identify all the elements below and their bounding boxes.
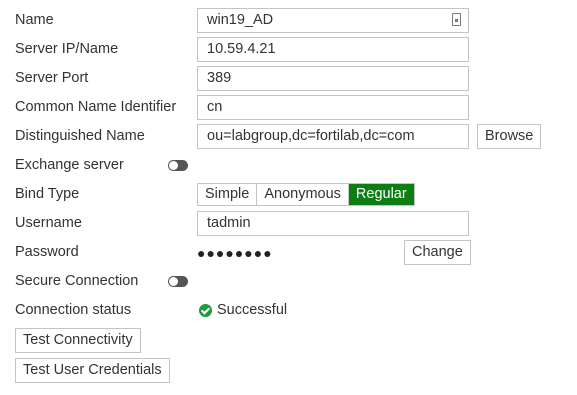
toggle-knob xyxy=(169,277,178,286)
cn-identifier-field[interactable]: cn xyxy=(197,95,469,120)
check-circle-icon xyxy=(199,303,212,317)
bind-type-simple[interactable]: Simple xyxy=(198,184,258,205)
server-ip-label: Server IP/Name xyxy=(15,41,119,57)
name-field[interactable]: win19_AD xyxy=(197,8,469,33)
server-ip-field[interactable]: 10.59.4.21 xyxy=(197,37,469,62)
exchange-label: Exchange server xyxy=(15,157,124,173)
password-masked: ●●●●●●●● xyxy=(197,245,273,261)
test-connectivity-button[interactable]: Test Connectivity xyxy=(15,328,141,353)
secure-connection-toggle[interactable] xyxy=(168,276,188,287)
username-label: Username xyxy=(15,215,82,231)
password-label: Password xyxy=(15,244,79,260)
dn-label: Distinguished Name xyxy=(15,128,145,144)
bind-type-selector: Simple Anonymous Regular xyxy=(197,183,415,206)
username-field[interactable]: tadmin xyxy=(197,211,469,236)
bind-type-label: Bind Type xyxy=(15,186,80,202)
lock-icon xyxy=(452,13,461,26)
change-password-button[interactable]: Change xyxy=(404,240,471,265)
toggle-knob xyxy=(169,161,178,170)
bind-type-anonymous[interactable]: Anonymous xyxy=(257,184,349,205)
server-port-label: Server Port xyxy=(15,70,89,86)
cn-identifier-label: Common Name Identifier xyxy=(15,99,177,115)
bind-type-regular[interactable]: Regular xyxy=(348,184,414,205)
name-label: Name xyxy=(15,12,54,28)
test-user-credentials-button[interactable]: Test User Credentials xyxy=(15,358,170,383)
dn-field[interactable]: ou=labgroup,dc=fortilab,dc=com xyxy=(197,124,469,149)
connection-status: Successful xyxy=(199,302,287,318)
exchange-toggle[interactable] xyxy=(168,160,188,171)
browse-button[interactable]: Browse xyxy=(477,124,542,149)
secure-connection-label: Secure Connection xyxy=(15,273,139,289)
connection-status-label: Connection status xyxy=(15,302,132,318)
server-port-field[interactable]: 389 xyxy=(197,66,469,91)
connection-status-text: Successful xyxy=(217,302,288,318)
